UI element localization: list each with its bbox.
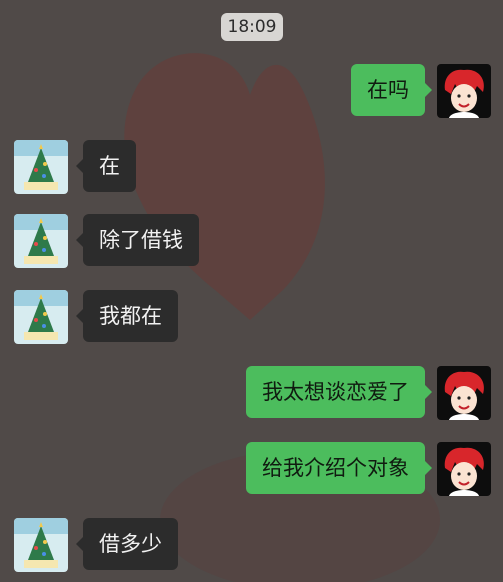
red-hair-cartoon-girl-avatar-icon xyxy=(437,64,491,118)
outgoing-message-bubble[interactable]: 在吗 xyxy=(351,64,432,116)
incoming-message-bubble[interactable]: 我都在 xyxy=(76,290,178,342)
red-hair-cartoon-girl-avatar-icon xyxy=(437,366,491,420)
christmas-tree-avatar-icon xyxy=(14,214,68,268)
incoming-message-bubble[interactable]: 在 xyxy=(76,140,136,192)
contact-avatar[interactable] xyxy=(14,290,68,344)
outgoing-message-bubble[interactable]: 给我介绍个对象 xyxy=(246,442,432,494)
christmas-tree-avatar-icon xyxy=(14,290,68,344)
christmas-tree-avatar-icon xyxy=(14,518,68,572)
contact-avatar[interactable] xyxy=(14,214,68,268)
contact-avatar[interactable] xyxy=(14,518,68,572)
message-timestamp: 18:09 xyxy=(221,13,283,41)
incoming-message-bubble[interactable]: 除了借钱 xyxy=(76,214,199,266)
red-hair-cartoon-girl-avatar-icon xyxy=(437,442,491,496)
sender-avatar[interactable] xyxy=(437,366,491,420)
christmas-tree-avatar-icon xyxy=(14,140,68,194)
sender-avatar[interactable] xyxy=(437,64,491,118)
contact-avatar[interactable] xyxy=(14,140,68,194)
incoming-message-bubble[interactable]: 借多少 xyxy=(76,518,178,570)
sender-avatar[interactable] xyxy=(437,442,491,496)
outgoing-message-bubble[interactable]: 我太想谈恋爱了 xyxy=(246,366,432,418)
